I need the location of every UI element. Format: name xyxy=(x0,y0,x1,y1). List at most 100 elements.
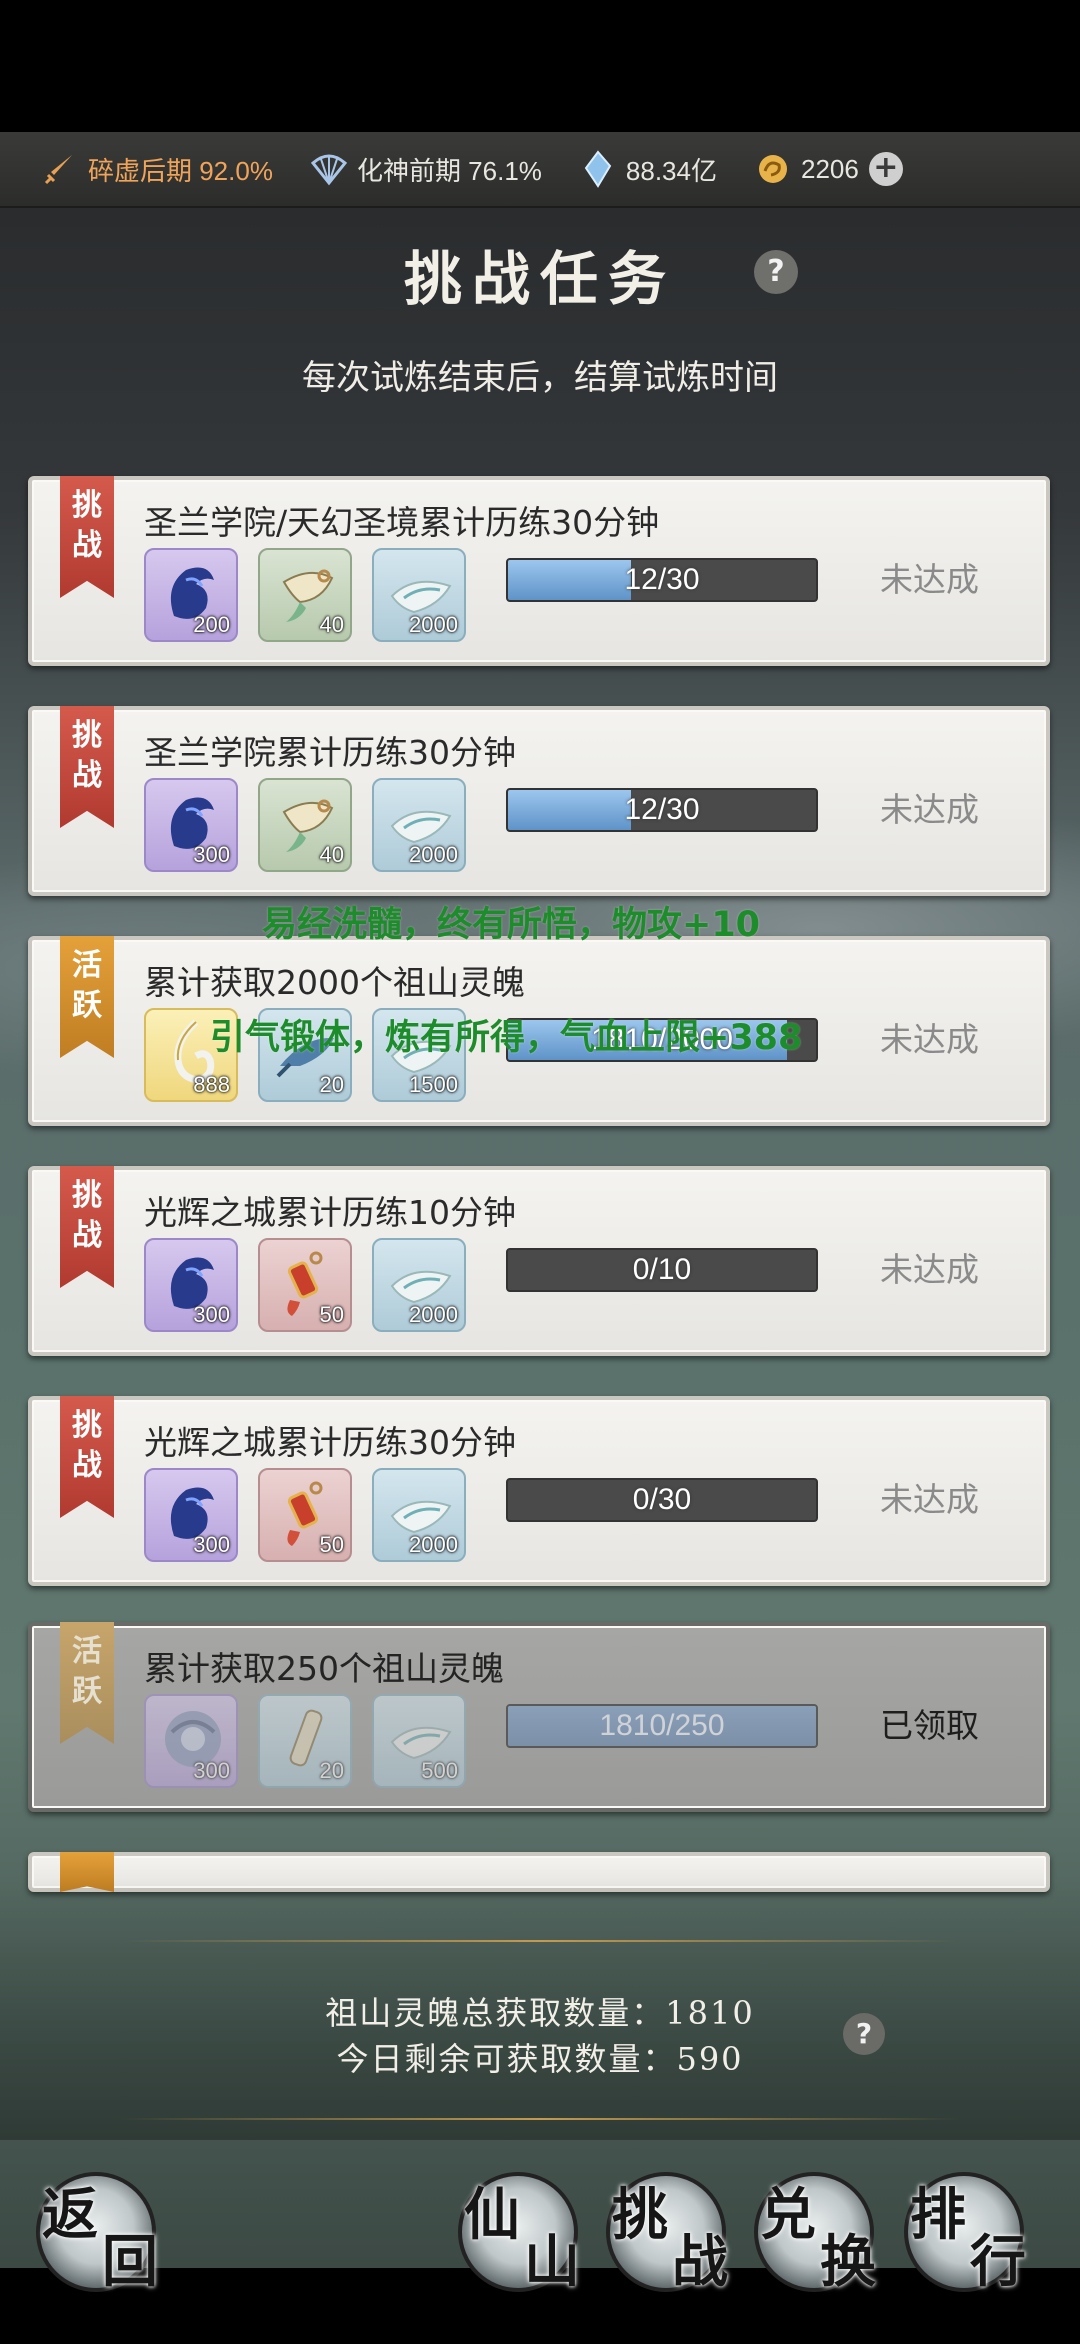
task-title: 圣兰学院累计历练30分钟 xyxy=(144,733,516,772)
page-subtitle: 每次试炼结束后，结算试炼时间 xyxy=(302,358,778,398)
reward-item[interactable]: 300 xyxy=(144,778,238,872)
task-card: 挑战光辉之城累计历练10分钟 300 50 2000 0/10 未达成 xyxy=(28,1166,1050,1356)
floating-reward-text: 易经洗髓，终有所悟，物攻+10 xyxy=(262,905,761,945)
footer-help-button[interactable]: ? xyxy=(843,2013,885,2055)
task-tag-char: 活 xyxy=(72,948,102,983)
task-title: 光辉之城累计历练30分钟 xyxy=(144,1423,516,1462)
reward-item[interactable]: 2000 xyxy=(372,778,466,872)
task-tag-char: 挑 xyxy=(72,718,102,753)
xianshan-char-2: 山 xyxy=(524,2229,580,2295)
task-tag-char: 战 xyxy=(72,758,102,793)
task-tag: 挑战 xyxy=(60,1166,114,1288)
realm1-text: 碎虚后期 92.0% xyxy=(88,155,273,186)
reward-item[interactable]: 300 xyxy=(144,1694,238,1788)
reward-count: 2000 xyxy=(409,1302,458,1327)
task-status[interactable]: 未达成 xyxy=(880,1248,979,1292)
footer-divider-top xyxy=(120,1940,960,1942)
reward-count: 1500 xyxy=(409,1072,458,1097)
reward-count: 300 xyxy=(193,1532,230,1557)
bottom-black-area xyxy=(0,2320,1080,2344)
realm2-text: 化神前期 76.1% xyxy=(356,155,542,186)
reward-item[interactable]: 40 xyxy=(258,778,352,872)
task-progress-text: 12/30 xyxy=(624,563,700,596)
challenge-button[interactable]: 挑 战 xyxy=(606,2172,728,2295)
reward-item[interactable]: 2000 xyxy=(372,1468,466,1562)
reward-count: 2000 xyxy=(409,842,458,867)
reward-item[interactable]: 500 xyxy=(372,1694,466,1788)
task-tag-char: 挑 xyxy=(72,1408,102,1443)
currency-text: 2206 xyxy=(800,153,859,184)
top-black-area xyxy=(0,0,1080,132)
total-spirit-count: 祖山灵魄总获取数量：1810 xyxy=(325,1994,755,2032)
fan-icon xyxy=(309,149,349,189)
reward-item[interactable]: 20 xyxy=(258,1694,352,1788)
task-status[interactable]: 未达成 xyxy=(880,1478,979,1522)
task-status[interactable]: 未达成 xyxy=(880,788,979,832)
task-progress-bar: 0/30 xyxy=(506,1478,818,1522)
challenge-char-1: 挑 xyxy=(612,2182,668,2248)
task-title: 累计获取250个祖山灵魄 xyxy=(144,1649,504,1688)
reward-count: 20 xyxy=(319,1758,344,1783)
floating-reward-text: 引气锻体，炼有所得，气血上限+388 xyxy=(210,1018,803,1058)
realm1-stat: 碎虚后期 92.0% xyxy=(40,149,273,189)
ranking-button[interactable]: 排 行 xyxy=(904,2172,1026,2295)
reward-count: 300 xyxy=(193,1758,230,1783)
reward-item[interactable]: 2000 xyxy=(372,1238,466,1332)
sword-icon xyxy=(40,149,80,189)
reward-item[interactable]: 200 xyxy=(144,548,238,642)
reward-item[interactable]: 2000 xyxy=(372,548,466,642)
back-button[interactable]: 返 回 xyxy=(36,2172,158,2295)
reward-count: 500 xyxy=(421,1758,458,1783)
task-tag: 活跃 xyxy=(60,1622,114,1744)
task-tag-char: 跃 xyxy=(72,988,102,1023)
challenge-char-2: 战 xyxy=(672,2229,728,2295)
task-status[interactable]: 未达成 xyxy=(880,1018,979,1062)
reward-count: 50 xyxy=(319,1302,344,1327)
task-title: 圣兰学院/天幻圣境累计历练30分钟 xyxy=(144,503,660,542)
task-tag-char: 挑 xyxy=(72,1178,102,1213)
task-tag-char: 活 xyxy=(72,1634,102,1669)
reward-count: 300 xyxy=(193,1302,230,1327)
task-tag-char: 战 xyxy=(72,1448,102,1483)
task-tag-char: 跃 xyxy=(72,1674,102,1709)
task-tag-char: 挑 xyxy=(72,488,102,523)
task-tag-char: 战 xyxy=(72,1218,102,1253)
exchange-char-2: 换 xyxy=(820,2229,876,2295)
back-char-2: 回 xyxy=(102,2229,158,2295)
reward-item[interactable]: 50 xyxy=(258,1238,352,1332)
reward-count: 40 xyxy=(319,612,344,637)
footer-divider-bottom xyxy=(120,2118,960,2120)
task-progress-text: 0/30 xyxy=(632,1483,692,1516)
task-card: 挑战圣兰学院/天幻圣境累计历练30分钟 200 40 2000 12/30 未达成 xyxy=(28,476,1050,666)
task-tag: 挑战 xyxy=(60,476,114,598)
reward-item[interactable]: 40 xyxy=(258,548,352,642)
task-progress-bar: 1810/250 xyxy=(506,1704,818,1748)
ranking-char-1: 排 xyxy=(910,2182,966,2248)
task-card: 挑战 光辉之城累计历练30分钟 300 50 2000 0/30 未达成 xyxy=(28,1396,1050,1586)
help-button[interactable]: ? xyxy=(754,250,798,294)
task-card: 活跃累计获取250个祖山灵魄 300 20 500 1810/250 已领取 xyxy=(28,1622,1050,1812)
reward-item[interactable]: 50 xyxy=(258,1468,352,1562)
spirit-stone-text: 88.34亿 xyxy=(625,155,717,186)
task-progress-text: 12/30 xyxy=(624,793,700,826)
reward-item[interactable]: 300 xyxy=(144,1468,238,1562)
task-status[interactable]: 未达成 xyxy=(880,558,979,602)
reward-item[interactable]: 300 xyxy=(144,1238,238,1332)
back-char-1: 返 xyxy=(42,2182,98,2248)
reward-count: 2000 xyxy=(409,612,458,637)
xianshan-button[interactable]: 仙 山 xyxy=(458,2172,580,2295)
reward-count: 40 xyxy=(319,842,344,867)
task-progress-bar: 12/30 xyxy=(506,558,818,602)
task-progress-text: 1810/250 xyxy=(599,1709,725,1742)
task-progress-bar: 12/30 xyxy=(506,788,818,832)
task-title: 累计获取2000个祖山灵魄 xyxy=(144,963,525,1002)
ranking-char-2: 行 xyxy=(970,2229,1026,2295)
add-currency-button[interactable]: + xyxy=(868,152,903,186)
page-title: 挑战任务 xyxy=(403,245,676,313)
task-progress-text: 0/10 xyxy=(632,1253,692,1286)
reward-count: 888 xyxy=(193,1072,230,1097)
exchange-button[interactable]: 兑 换 xyxy=(754,2172,876,2295)
task-title: 光辉之城累计历练10分钟 xyxy=(144,1193,516,1232)
task-tag: 挑战 xyxy=(60,706,114,828)
spirit-stone-stat: 88.34亿 xyxy=(578,149,717,189)
